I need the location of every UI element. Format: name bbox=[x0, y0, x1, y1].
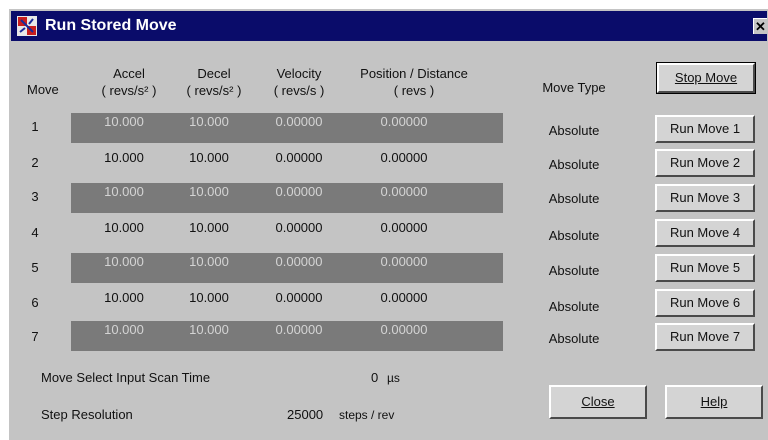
run-move-1-button[interactable]: Run Move 1 bbox=[655, 115, 755, 143]
title-bar: Run Stored Move ✕ bbox=[11, 11, 767, 41]
header-move: Move bbox=[27, 82, 59, 97]
close-label: Close bbox=[581, 394, 615, 409]
header-decel-unit: ( revs/s² ) bbox=[186, 83, 242, 98]
velocity-field[interactable]: 0.00000 bbox=[259, 254, 339, 269]
run-move-7-button[interactable]: Run Move 7 bbox=[655, 323, 755, 351]
header-decel: Decel ( revs/s² ) bbox=[174, 65, 254, 99]
accel-field[interactable]: 10.000 bbox=[84, 150, 164, 165]
move-number: 6 bbox=[31, 295, 39, 310]
velocity-field[interactable]: 0.00000 bbox=[259, 220, 339, 235]
decel-field[interactable]: 10.000 bbox=[169, 322, 249, 337]
step-resolution-unit: steps / rev bbox=[339, 408, 395, 422]
accel-field[interactable]: 10.000 bbox=[84, 114, 164, 129]
velocity-field[interactable]: 0.00000 bbox=[259, 150, 339, 165]
stop-move-button[interactable]: Stop Move bbox=[656, 62, 756, 94]
move-number: 1 bbox=[31, 119, 39, 134]
help-label: Help bbox=[700, 394, 728, 409]
header-accel-label: Accel bbox=[113, 66, 145, 81]
header-velocity: Velocity ( revs/s ) bbox=[259, 65, 339, 99]
decel-field[interactable]: 10.000 bbox=[169, 254, 249, 269]
close-icon[interactable]: ✕ bbox=[753, 18, 767, 34]
move-type-value: Absolute bbox=[548, 263, 600, 278]
move-type-value: Absolute bbox=[548, 331, 600, 346]
header-position-label: Position / Distance bbox=[360, 66, 468, 81]
run-move-5-button[interactable]: Run Move 5 bbox=[655, 254, 755, 282]
move-number: 4 bbox=[31, 225, 39, 240]
move-number: 5 bbox=[31, 260, 39, 275]
move-type-value: Absolute bbox=[548, 123, 600, 138]
run-move-6-button[interactable]: Run Move 6 bbox=[655, 289, 755, 317]
move-type-value: Absolute bbox=[548, 228, 600, 243]
header-velocity-unit: ( revs/s ) bbox=[273, 83, 325, 98]
position-field[interactable]: 0.00000 bbox=[354, 322, 454, 337]
accel-field[interactable]: 10.000 bbox=[84, 184, 164, 199]
step-resolution-label: Step Resolution bbox=[41, 407, 133, 422]
run-move-2-button[interactable]: Run Move 2 bbox=[655, 149, 755, 177]
run-move-3-button[interactable]: Run Move 3 bbox=[655, 184, 755, 212]
move-type-value: Absolute bbox=[548, 299, 600, 314]
velocity-field[interactable]: 0.00000 bbox=[259, 114, 339, 129]
accel-field[interactable]: 10.000 bbox=[84, 290, 164, 305]
run-move-label: Run Move 6 bbox=[669, 295, 741, 310]
move-number: 3 bbox=[31, 189, 39, 204]
move-number: 2 bbox=[31, 155, 39, 170]
move-number: 7 bbox=[31, 329, 39, 344]
accel-field[interactable]: 10.000 bbox=[84, 220, 164, 235]
decel-field[interactable]: 10.000 bbox=[169, 114, 249, 129]
run-move-4-button[interactable]: Run Move 4 bbox=[655, 219, 755, 247]
position-field[interactable]: 0.00000 bbox=[354, 150, 454, 165]
velocity-field[interactable]: 0.00000 bbox=[259, 290, 339, 305]
header-accel-unit: ( revs/s² ) bbox=[101, 83, 157, 98]
close-button[interactable]: Close bbox=[549, 385, 647, 419]
decel-field[interactable]: 10.000 bbox=[169, 184, 249, 199]
run-move-label: Run Move 7 bbox=[669, 329, 741, 344]
header-position-unit: ( revs ) bbox=[393, 83, 435, 98]
run-move-label: Run Move 3 bbox=[669, 190, 741, 205]
run-move-label: Run Move 1 bbox=[669, 121, 741, 136]
scan-time-value: 0 bbox=[371, 370, 379, 385]
header-move-type: Move Type bbox=[542, 80, 606, 95]
run-move-label: Run Move 4 bbox=[669, 225, 741, 240]
app-icon bbox=[17, 16, 37, 36]
help-button[interactable]: Help bbox=[665, 385, 763, 419]
stop-move-label: Stop Move bbox=[674, 70, 738, 85]
decel-field[interactable]: 10.000 bbox=[169, 290, 249, 305]
accel-field[interactable]: 10.000 bbox=[84, 254, 164, 269]
velocity-field[interactable]: 0.00000 bbox=[259, 322, 339, 337]
scan-time-unit: µs bbox=[387, 371, 400, 385]
window-title: Run Stored Move bbox=[45, 17, 177, 34]
step-resolution-value: 25000 bbox=[287, 407, 324, 422]
decel-field[interactable]: 10.000 bbox=[169, 220, 249, 235]
run-move-label: Run Move 5 bbox=[669, 260, 741, 275]
header-decel-label: Decel bbox=[197, 66, 231, 81]
scan-time-label: Move Select Input Scan Time bbox=[41, 370, 211, 385]
move-type-value: Absolute bbox=[548, 191, 600, 206]
header-velocity-label: Velocity bbox=[276, 66, 322, 81]
header-accel: Accel ( revs/s² ) bbox=[89, 65, 169, 99]
decel-field[interactable]: 10.000 bbox=[169, 150, 249, 165]
position-field[interactable]: 0.00000 bbox=[354, 290, 454, 305]
position-field[interactable]: 0.00000 bbox=[354, 184, 454, 199]
accel-field[interactable]: 10.000 bbox=[84, 322, 164, 337]
position-field[interactable]: 0.00000 bbox=[354, 220, 454, 235]
position-field[interactable]: 0.00000 bbox=[354, 114, 454, 129]
position-field[interactable]: 0.00000 bbox=[354, 254, 454, 269]
run-stored-move-dialog: Run Stored Move ✕ Move Accel ( revs/s² )… bbox=[8, 8, 768, 440]
velocity-field[interactable]: 0.00000 bbox=[259, 184, 339, 199]
header-position: Position / Distance ( revs ) bbox=[339, 65, 489, 99]
run-move-label: Run Move 2 bbox=[669, 155, 741, 170]
move-type-value: Absolute bbox=[548, 157, 600, 172]
